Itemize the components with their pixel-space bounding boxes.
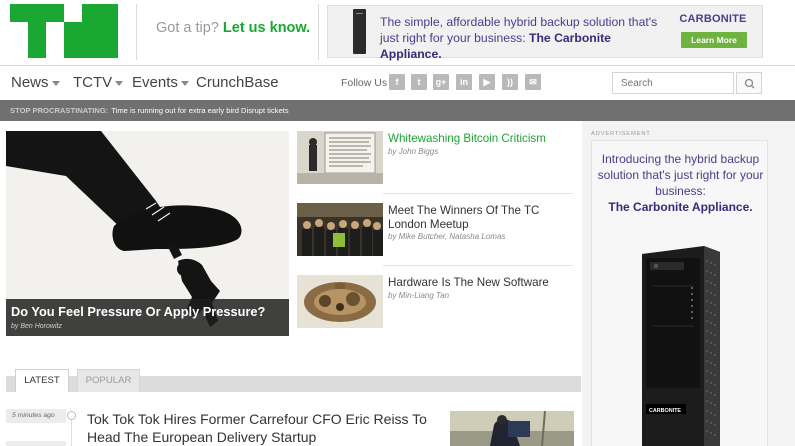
nav-item-tctv[interactable]: TCTV — [73, 74, 124, 91]
story-item[interactable]: Meet The Winners Of The TC London Meetup… — [297, 203, 573, 261]
nav-item-news[interactable]: News — [11, 74, 60, 91]
ticker-label: Stop Procrastinating: — [10, 106, 109, 115]
post-timestamp — [6, 441, 66, 446]
story-byline: by Mike Butcher, Natasha Lomas — [388, 232, 506, 241]
tab-latest[interactable]: LATEST — [15, 369, 69, 392]
chevron-down-icon — [180, 80, 189, 86]
learn-more-button[interactable]: Learn More — [681, 32, 747, 48]
appliance-brand-label: CARBONITE — [648, 408, 682, 414]
top-banner-ad[interactable]: The simple, affordable hybrid backup sol… — [327, 5, 763, 61]
email-icon[interactable]: ✉ — [525, 74, 541, 90]
chevron-down-icon — [115, 80, 124, 86]
page: Got a tip? Let us know. The simple, affo… — [0, 0, 795, 446]
river-post-thumbnail[interactable] — [450, 411, 574, 446]
story-title[interactable]: Whitewashing Bitcoin Criticism — [388, 132, 573, 146]
linkedin-icon[interactable]: in — [456, 74, 472, 90]
story-thumbnail[interactable] — [297, 275, 383, 328]
story-divider — [383, 193, 573, 194]
top-ad-copy-text: The simple, affordable hybrid backup sol… — [380, 15, 658, 45]
sidebar-ad-copy-text: Introducing the hybrid backup solution t… — [597, 152, 764, 198]
top-ad-copy: The simple, affordable hybrid backup sol… — [380, 14, 670, 62]
tab-popular[interactable]: POPULAR — [77, 369, 140, 392]
sidebar-ad[interactable]: Introducing the hybrid backup solution t… — [591, 140, 768, 446]
header-divider — [136, 4, 137, 60]
story-thumbnail[interactable] — [297, 203, 383, 256]
chevron-down-icon — [51, 80, 60, 86]
announcement-ticker[interactable]: Stop Procrastinating: Time is running out… — [0, 100, 795, 121]
search-input[interactable] — [612, 72, 734, 94]
story-title[interactable]: Meet The Winners Of The TC London Meetup — [388, 204, 573, 232]
nav-item-crunchbase[interactable]: CrunchBase — [196, 74, 279, 91]
story-item[interactable]: Whitewashing Bitcoin Criticism by John B… — [297, 131, 573, 189]
youtube-icon[interactable]: ▶ — [479, 74, 495, 90]
site-header: Got a tip? Let us know. The simple, affo… — [0, 0, 795, 66]
facebook-icon[interactable]: f — [389, 74, 405, 90]
story-byline: by John Biggs — [388, 147, 439, 156]
advertisement-label: ADVERTISEMENT — [591, 131, 651, 137]
nav-label: CrunchBase — [196, 74, 279, 91]
techcrunch-logo[interactable] — [10, 4, 118, 58]
header-divider — [318, 4, 319, 60]
rss-icon[interactable]: )) — [502, 74, 518, 90]
post-timestamp: 5 minutes ago — [6, 409, 66, 423]
nav-label: News — [11, 74, 49, 91]
appliance-image — [353, 9, 366, 54]
sidebar-ad-copy-bold: The Carbonite Appliance. — [608, 200, 753, 214]
follow-us-label: Follow Us — [341, 77, 388, 89]
nav-label: TCTV — [73, 74, 113, 91]
hero-story[interactable]: Do You Feel Pressure Or Apply Pressure? … — [6, 131, 289, 336]
main-nav: News TCTV Events CrunchBase Follow Us f … — [0, 66, 795, 100]
sidebar-ad-copy: Introducing the hybrid backup solution t… — [592, 151, 769, 215]
search-button[interactable] — [736, 72, 762, 94]
tip-prefix: Got a tip? — [156, 20, 219, 36]
nav-item-events[interactable]: Events — [132, 74, 189, 91]
carbonite-logo: CARBONITE — [679, 13, 747, 25]
google-plus-icon[interactable]: g+ — [433, 74, 449, 90]
river-post-title[interactable]: Tok Tok Tok Hires Former Carrefour CFO E… — [87, 410, 442, 446]
story-divider — [383, 265, 573, 266]
appliance-image — [642, 246, 720, 446]
timeline-line — [71, 420, 72, 446]
hero-byline: by Ben Horowitz — [11, 323, 62, 330]
search-icon — [744, 78, 755, 89]
twitter-icon[interactable]: t — [411, 74, 427, 90]
story-title[interactable]: Hardware Is The New Software — [388, 276, 573, 290]
hero-caption: Do You Feel Pressure Or Apply Pressure? … — [6, 299, 289, 336]
story-item[interactable]: Hardware Is The New Software by Min-Lian… — [297, 275, 573, 333]
tip-link[interactable]: Let us know. — [223, 20, 310, 36]
tip-prompt: Got a tip? Let us know. — [156, 20, 310, 36]
nav-label: Events — [132, 74, 178, 91]
story-thumbnail[interactable] — [297, 131, 383, 184]
timeline-dot — [67, 411, 76, 420]
story-byline: by Min-Liang Tan — [388, 291, 450, 300]
hero-title[interactable]: Do You Feel Pressure Or Apply Pressure? — [11, 304, 265, 319]
ticker-text: Time is running out for extra early bird… — [111, 106, 289, 115]
